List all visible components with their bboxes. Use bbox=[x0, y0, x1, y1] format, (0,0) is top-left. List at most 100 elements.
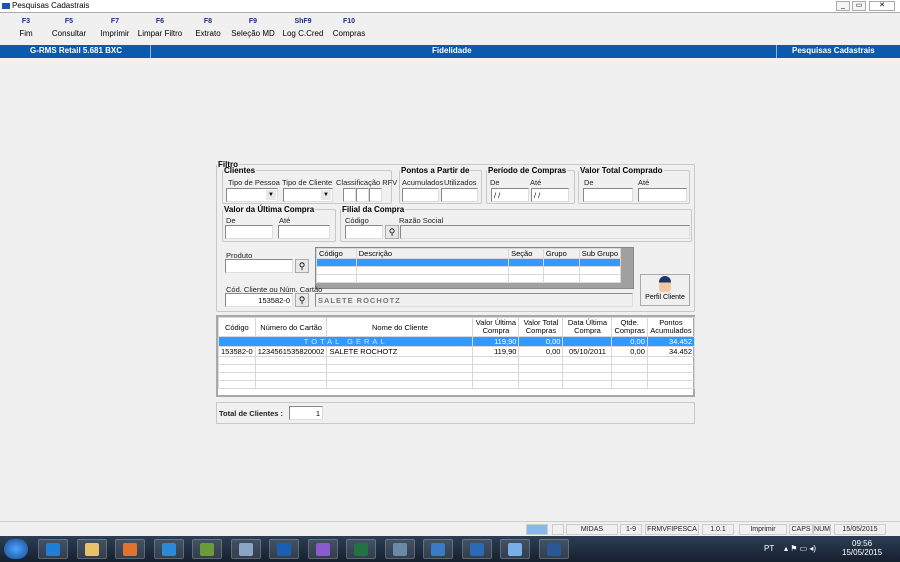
cell-qtde: 0,00 bbox=[611, 346, 648, 357]
results-table: Código Número do Cartão Nome do Cliente … bbox=[217, 317, 696, 389]
periodo-title: Período de Compras bbox=[488, 166, 567, 175]
screen-name: Pesquisas Cadastrais bbox=[792, 46, 875, 55]
valor-total-de-input[interactable] bbox=[583, 188, 633, 202]
col-qtde[interactable]: Qtde. Compras bbox=[611, 317, 648, 337]
acumulados-input[interactable] bbox=[402, 188, 439, 202]
toolbar-label: Consultar bbox=[51, 29, 87, 38]
toolbar-button-consultar[interactable]: F5 Consultar bbox=[43, 18, 95, 38]
taskbar-app-button[interactable] bbox=[307, 539, 338, 559]
restore-button[interactable]: ▭ bbox=[852, 1, 866, 11]
app-icon bbox=[315, 543, 330, 556]
tipo-cliente-select[interactable]: ▼ bbox=[283, 188, 333, 202]
tipo-pessoa-select[interactable]: ▼ bbox=[226, 188, 278, 202]
filial-codigo-input[interactable] bbox=[345, 225, 383, 239]
shortcut-key: F6 bbox=[155, 18, 165, 25]
language-indicator[interactable]: PT bbox=[764, 544, 774, 553]
rfv-input-1[interactable] bbox=[343, 188, 356, 202]
status-panel: CAPS bbox=[789, 524, 813, 535]
col-secao[interactable]: Seção bbox=[508, 248, 544, 259]
utilizados-input[interactable] bbox=[441, 188, 478, 202]
total-clientes-panel: Total de Clientes : 1 bbox=[216, 402, 695, 424]
toolbar-label: Compras bbox=[332, 29, 366, 38]
network-icon bbox=[526, 524, 548, 535]
col-valor-ultima[interactable]: Valor Última Compra bbox=[472, 317, 520, 337]
periodo-de-input[interactable]: / / bbox=[491, 188, 529, 202]
taskbar-app-button[interactable] bbox=[230, 539, 261, 559]
minimize-button[interactable]: _ bbox=[836, 1, 850, 11]
status-panel: MIDAS bbox=[566, 524, 618, 535]
clientes-title: Clientes bbox=[224, 166, 256, 175]
produto-grid: Código Descrição Seção Grupo Sub Grupo bbox=[315, 247, 634, 289]
taskbar-explorer-button[interactable] bbox=[76, 539, 107, 559]
toolbar-button-sele-o-md[interactable]: F9 Seleção MD bbox=[227, 18, 279, 38]
status-panel: 1.0.1 bbox=[702, 524, 734, 535]
taskbar-app-button[interactable] bbox=[461, 539, 492, 559]
toolbar-button-log-c-cred[interactable]: ShF9 Log C.Cred bbox=[277, 18, 329, 38]
table-row[interactable] bbox=[316, 274, 622, 283]
toolbar-button-compras[interactable]: F10 Compras bbox=[323, 18, 375, 38]
col-grupo[interactable]: Grupo bbox=[542, 248, 580, 259]
start-button[interactable] bbox=[4, 539, 28, 559]
cliente-input[interactable]: 153582-0 bbox=[225, 293, 293, 307]
taskbar-calculator-button[interactable] bbox=[500, 539, 530, 559]
shortcut-key: ShF9 bbox=[294, 18, 312, 25]
taskbar-app-button[interactable] bbox=[384, 539, 415, 559]
col-nome[interactable]: Nome do Cliente bbox=[326, 317, 474, 337]
ultima-de-input[interactable] bbox=[225, 225, 273, 239]
valor-total-ate-input[interactable] bbox=[638, 188, 687, 202]
taskbar-ie-button[interactable] bbox=[38, 539, 68, 559]
valor-total-ate-label: Até bbox=[638, 178, 650, 187]
table-row[interactable]: 153582-0 1234561535820002 SALETE ROCHOTZ… bbox=[218, 346, 696, 357]
media-player-icon bbox=[123, 543, 137, 556]
toolbar-button-limpar-filtro[interactable]: F6 Limpar Filtro bbox=[134, 18, 186, 38]
ultima-title: Valor da Última Compra bbox=[224, 205, 315, 214]
ultima-ate-input[interactable] bbox=[278, 225, 330, 239]
total-row[interactable]: TOTAL GERAL 119,90 0,00 0,00 34.452 bbox=[217, 336, 696, 347]
razao-social-field bbox=[400, 225, 690, 239]
total-label: TOTAL GERAL bbox=[217, 336, 474, 347]
taskbar-media-player-button[interactable] bbox=[115, 539, 145, 559]
col-codigo[interactable]: Código bbox=[316, 248, 357, 259]
tray-icons[interactable]: ▴ ⚑ ▭ ◂) bbox=[784, 544, 816, 553]
table-row[interactable] bbox=[316, 266, 622, 275]
binoculars-icon[interactable]: ⚲ bbox=[295, 259, 309, 273]
periodo-ate-input[interactable]: / / bbox=[531, 188, 569, 202]
rfv-input-2[interactable] bbox=[356, 188, 369, 202]
cell-nome: SALETE ROCHOTZ bbox=[326, 346, 474, 357]
produto-input[interactable] bbox=[225, 259, 293, 273]
taskbar-app-button[interactable] bbox=[423, 539, 453, 559]
excel-icon bbox=[354, 543, 368, 556]
rfv-input-3[interactable] bbox=[369, 188, 382, 202]
ultima-ate-label: Até bbox=[279, 216, 291, 225]
produto-table: Código Descrição Seção Grupo Sub Grupo bbox=[316, 248, 622, 283]
col-data-ultima[interactable]: Data Última Compra bbox=[562, 317, 613, 337]
col-subgrupo[interactable]: Sub Grupo bbox=[578, 248, 622, 259]
toolbar-label: Seleção MD bbox=[231, 29, 275, 38]
ie-icon bbox=[46, 543, 60, 556]
col-descricao[interactable]: Descrição bbox=[355, 248, 510, 259]
table-row[interactable] bbox=[316, 258, 622, 267]
taskbar-lync-button[interactable] bbox=[153, 539, 184, 559]
perfil-cliente-button[interactable]: Perfil Cliente bbox=[640, 274, 690, 306]
taskbar-excel-button[interactable] bbox=[346, 539, 376, 559]
taskbar-app-button[interactable] bbox=[192, 539, 222, 559]
col-codigo[interactable]: Código bbox=[218, 317, 256, 337]
col-valor-total[interactable]: Valor Total Compras bbox=[518, 317, 564, 337]
app-icon bbox=[392, 543, 407, 556]
calculator-icon bbox=[508, 543, 522, 556]
binoculars-icon[interactable]: ⚲ bbox=[295, 293, 309, 307]
person-icon bbox=[659, 276, 671, 292]
clock[interactable]: 09:56 15/05/2015 bbox=[842, 539, 882, 557]
filial-codigo-label: Código bbox=[345, 216, 369, 225]
binoculars-icon[interactable]: ⚲ bbox=[385, 225, 399, 239]
shortcut-key: F5 bbox=[64, 18, 74, 25]
col-pontos[interactable]: Pontos Acumulados bbox=[646, 317, 696, 337]
explorer-icon bbox=[84, 543, 99, 556]
title-bar: Pesquisas Cadastrais _ ▭ ✕ bbox=[0, 0, 900, 13]
taskbar-word-button[interactable] bbox=[538, 539, 569, 559]
col-cartao[interactable]: Número do Cartão bbox=[254, 317, 328, 337]
taskbar-outlook-button[interactable] bbox=[269, 539, 299, 559]
cell-valor-total: 0,00 bbox=[518, 346, 564, 357]
close-button[interactable]: ✕ bbox=[869, 1, 895, 11]
status-panel: FRMVFIPESCA bbox=[645, 524, 699, 535]
